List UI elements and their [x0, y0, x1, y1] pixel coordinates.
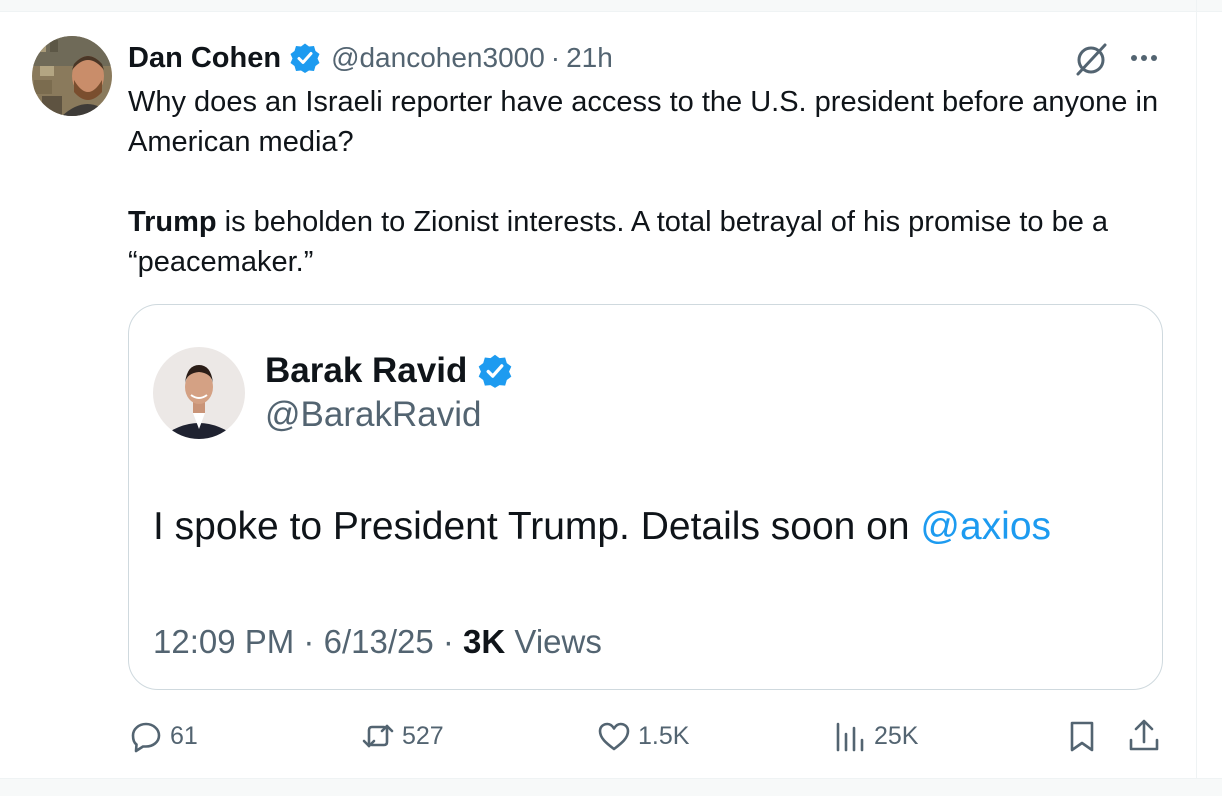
quoted-tweet[interactable]: Barak Ravid @BarakRavid I spoke to Presi…: [128, 304, 1163, 690]
tweet-paragraph-1: Why does an Israeli reporter have access…: [128, 86, 1159, 158]
top-divider: [0, 0, 1222, 12]
quoted-date[interactable]: 6/13/25: [324, 623, 434, 660]
views-icon: [832, 718, 868, 754]
mention-link[interactable]: @axios: [920, 505, 1051, 548]
quoted-tweet-meta: 12:09 PM · 6/13/25 · 3K Views: [153, 623, 602, 661]
repost-button[interactable]: 527: [360, 716, 444, 756]
more-icon[interactable]: [1126, 44, 1162, 72]
grok-icon[interactable]: [1072, 40, 1110, 78]
quoted-author-row: Barak Ravid: [265, 349, 513, 393]
quoted-author-avatar[interactable]: [153, 347, 245, 439]
quoted-author-name[interactable]: Barak Ravid: [265, 351, 467, 391]
separator-dot: ·: [442, 623, 454, 660]
share-button[interactable]: [1126, 716, 1162, 756]
verified-badge-icon: [289, 42, 321, 74]
tweet-time[interactable]: 21h: [566, 42, 613, 74]
like-icon: [596, 718, 632, 754]
quoted-author-handle[interactable]: @BarakRavid: [265, 395, 481, 435]
reply-icon: [128, 718, 164, 754]
tweet-paragraph-2: Trump is beholden to Zionist interests. …: [128, 202, 1178, 282]
views-button[interactable]: 25K: [832, 716, 918, 756]
repost-count: 527: [402, 721, 444, 750]
timeline-border: [1196, 0, 1197, 796]
quoted-views-count: 3K: [463, 623, 506, 660]
like-button[interactable]: 1.5K: [596, 716, 689, 756]
tweet-bold-text: Trump: [128, 206, 217, 238]
separator-dot: ·: [303, 623, 315, 660]
quoted-text-body: I spoke to President Trump. Details soon…: [153, 505, 921, 548]
quoted-tweet-text: I spoke to President Trump. Details soon…: [153, 505, 1051, 549]
separator-dot: ·: [550, 42, 561, 73]
bottom-divider: [0, 778, 1222, 796]
quoted-time[interactable]: 12:09 PM: [153, 623, 294, 660]
bookmark-icon: [1064, 718, 1100, 754]
like-count: 1.5K: [638, 721, 690, 750]
verified-badge-icon: [477, 353, 513, 389]
reply-count: 61: [170, 721, 198, 750]
tweet-text: Why does an Israeli reporter have access…: [128, 82, 1178, 282]
author-handle[interactable]: @dancohen3000: [331, 42, 545, 74]
views-count: 25K: [874, 721, 919, 750]
reply-button[interactable]: 61: [128, 716, 198, 756]
share-icon: [1126, 718, 1162, 754]
repost-icon: [360, 718, 396, 754]
author-avatar[interactable]: [32, 36, 112, 116]
quoted-views-label: Views: [514, 623, 602, 660]
author-name[interactable]: Dan Cohen: [128, 42, 281, 75]
tweet-header: Dan Cohen @dancohen3000 · 21h: [128, 38, 613, 78]
tweet-paragraph-2-rest: is beholden to Zionist interests. A tota…: [128, 206, 1109, 278]
bookmark-button[interactable]: [1064, 716, 1100, 756]
